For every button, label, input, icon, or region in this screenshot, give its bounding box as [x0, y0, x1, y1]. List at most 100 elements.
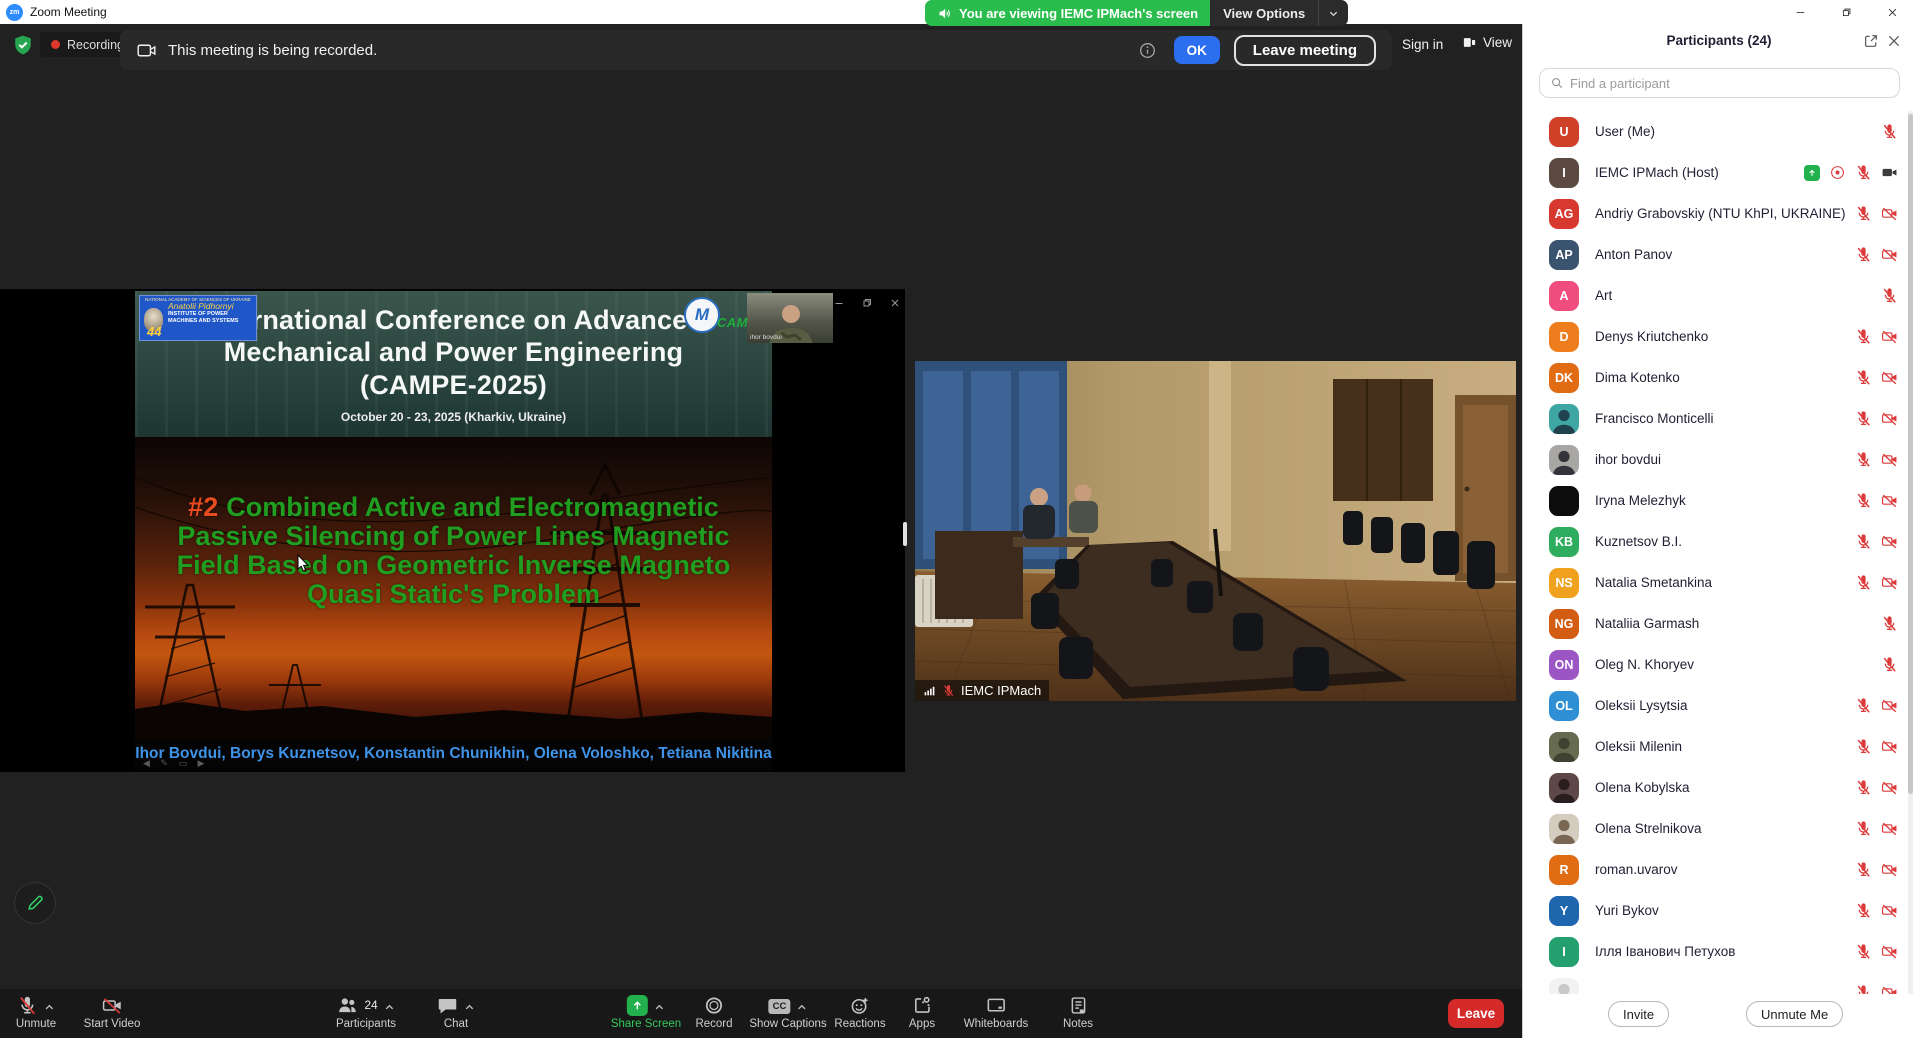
minimize-button[interactable]	[1777, 1, 1823, 24]
restore-icon	[861, 297, 873, 309]
chevron-up-icon[interactable]	[464, 1000, 475, 1011]
chevron-up-icon[interactable]	[796, 1000, 807, 1011]
recording-banner-text: This meeting is being recorded.	[168, 42, 377, 59]
participant-row[interactable]: AArt	[1523, 275, 1914, 316]
scrollbar-thumb[interactable]	[1908, 114, 1913, 794]
close-button[interactable]	[1869, 1, 1915, 24]
participant-search[interactable]	[1539, 68, 1900, 98]
participant-row[interactable]: Olena Strelnikova	[1523, 808, 1914, 849]
recording-dot-icon	[51, 40, 60, 49]
close-panel-icon[interactable]	[1886, 33, 1902, 49]
participant-row[interactable]: KBKuznetsov B.I.	[1523, 521, 1914, 562]
chevron-up-icon[interactable]	[654, 1000, 665, 1011]
camera-off-icon	[1881, 861, 1898, 878]
participant-row[interactable]: Olena Kobylska	[1523, 767, 1914, 808]
toolbar-show-captions-button[interactable]: CCShow Captions	[749, 994, 826, 1030]
minimize-icon	[833, 297, 845, 309]
toolbar-chat-button[interactable]: Chat	[437, 994, 475, 1030]
avatar	[1549, 814, 1579, 844]
close-icon	[889, 297, 901, 309]
viewing-message: You are viewing IEMC IPMach's screen	[925, 0, 1210, 26]
avatar: Y	[1549, 896, 1579, 926]
recording-icon	[1829, 164, 1846, 181]
unmute-me-button[interactable]: Unmute Me	[1746, 1001, 1843, 1027]
participant-name: Anton Panov	[1595, 247, 1672, 262]
avatar: I	[1549, 158, 1579, 188]
mic-off-icon	[1855, 861, 1872, 878]
toolbar-start-video-button[interactable]: Start Video	[84, 994, 141, 1030]
unmute-icon	[17, 995, 38, 1016]
participant-row[interactable]: Y Yuri Bykov	[1523, 890, 1914, 931]
leave-button[interactable]: Leave	[1448, 999, 1504, 1028]
avatar	[1549, 404, 1579, 434]
mic-off-icon	[942, 684, 955, 697]
toolbar-share-screen-button[interactable]: Share Screen	[611, 994, 681, 1030]
participant-row[interactable]: NSNatalia Smetankina	[1523, 562, 1914, 603]
chevron-up-icon[interactable]	[384, 1000, 395, 1011]
participant-row[interactable]: APAnton Panov	[1523, 234, 1914, 275]
avatar: A	[1549, 281, 1579, 311]
popout-icon[interactable]	[1863, 33, 1879, 49]
avatar	[1549, 445, 1579, 475]
participant-row[interactable]: AGAndriy Grabovskiy (NTU KhPI, UKRAINE)	[1523, 193, 1914, 234]
participant-row[interactable]: Rroman.uvarov	[1523, 849, 1914, 890]
toolbar-label: Apps	[909, 1018, 935, 1030]
ok-button[interactable]: OK	[1174, 36, 1220, 64]
toolbar-whiteboards-button[interactable]: Whiteboards	[964, 994, 1029, 1030]
view-button[interactable]: View	[1462, 35, 1512, 50]
avatar: KB	[1549, 527, 1579, 557]
conference-date: October 20 - 23, 2025 (Kharkiv, Ukraine)	[135, 410, 772, 424]
toolbar-record-button[interactable]: Record	[695, 994, 732, 1030]
invite-button[interactable]: Invite	[1608, 1001, 1669, 1027]
toolbar-unmute-button[interactable]: Unmute	[16, 994, 56, 1030]
authors-band: Ihor Bovdui, Borys Kuznetsov, Konstantin…	[135, 740, 772, 771]
participant-row[interactable]: DDenys Kriutchenko	[1523, 316, 1914, 357]
start-video-icon	[102, 995, 123, 1016]
leave-meeting-button[interactable]: Leave meeting	[1234, 35, 1376, 66]
participant-row[interactable]: ONOleg N. Khoryev	[1523, 644, 1914, 685]
notes-icon	[1067, 995, 1088, 1016]
participant-row[interactable]: IIEMC IPMach (Host)	[1523, 152, 1914, 193]
participant-name: User (Me)	[1595, 124, 1655, 139]
view-options-button[interactable]: View Options	[1210, 0, 1318, 26]
participants-footer: Invite Unmute Me	[1523, 994, 1915, 1038]
view-options-chevron[interactable]	[1318, 0, 1348, 26]
participant-row[interactable]: NGNataliia Garmash	[1523, 603, 1914, 644]
info-icon[interactable]	[1138, 41, 1157, 60]
mic-off-icon	[1855, 697, 1872, 714]
window-title: Zoom Meeting	[30, 5, 107, 19]
participant-name: Yuri Bykov	[1595, 903, 1659, 918]
toolbar-participants-button[interactable]: 24Participants	[336, 994, 396, 1030]
security-shield-icon[interactable]	[12, 34, 34, 56]
participant-row[interactable]: DKDima Kotenko	[1523, 357, 1914, 398]
participant-row[interactable]: IІлля Іванович Петухов	[1523, 931, 1914, 972]
avatar	[1549, 732, 1579, 762]
participant-row[interactable]: UUser (Me)	[1523, 111, 1914, 152]
toolbar-label: Record	[695, 1018, 732, 1030]
participants-header: Participants (24)	[1523, 24, 1915, 54]
sign-in-button[interactable]: Sign in	[1402, 37, 1443, 52]
toolbar-label: Show Captions	[749, 1018, 826, 1030]
pane-resize-handle[interactable]	[903, 522, 907, 546]
mic-off-icon	[1855, 205, 1872, 222]
meeting-toolbar: Unmute Start Video 24Participants Chat Share…	[0, 989, 1522, 1038]
toolbar-notes-button[interactable]: Notes	[1063, 994, 1093, 1030]
camera-off-icon	[1881, 779, 1898, 796]
participants-title: Participants (24)	[1523, 24, 1915, 48]
pencil-icon	[25, 893, 45, 913]
toolbar-apps-button[interactable]: Apps	[909, 994, 935, 1030]
search-input[interactable]	[1570, 76, 1889, 91]
camera-off-icon	[1881, 410, 1898, 427]
thumbnail-name-label: ihor bovdui	[750, 334, 782, 341]
restore-button[interactable]	[1823, 1, 1869, 24]
toolbar-reactions-button[interactable]: Reactions	[834, 994, 885, 1030]
share-screen-icon	[627, 995, 648, 1016]
chat-icon	[437, 995, 458, 1016]
participant-row[interactable]: Oleksii Milenin	[1523, 726, 1914, 767]
participant-row[interactable]: Francisco Monticelli	[1523, 398, 1914, 439]
annotate-button[interactable]	[14, 882, 56, 924]
participant-row[interactable]: OLOleksii Lysytsia	[1523, 685, 1914, 726]
chevron-up-icon[interactable]	[44, 1000, 55, 1011]
participant-row[interactable]: Iryna Melezhyk	[1523, 480, 1914, 521]
participant-row[interactable]: ihor bovdui	[1523, 439, 1914, 480]
